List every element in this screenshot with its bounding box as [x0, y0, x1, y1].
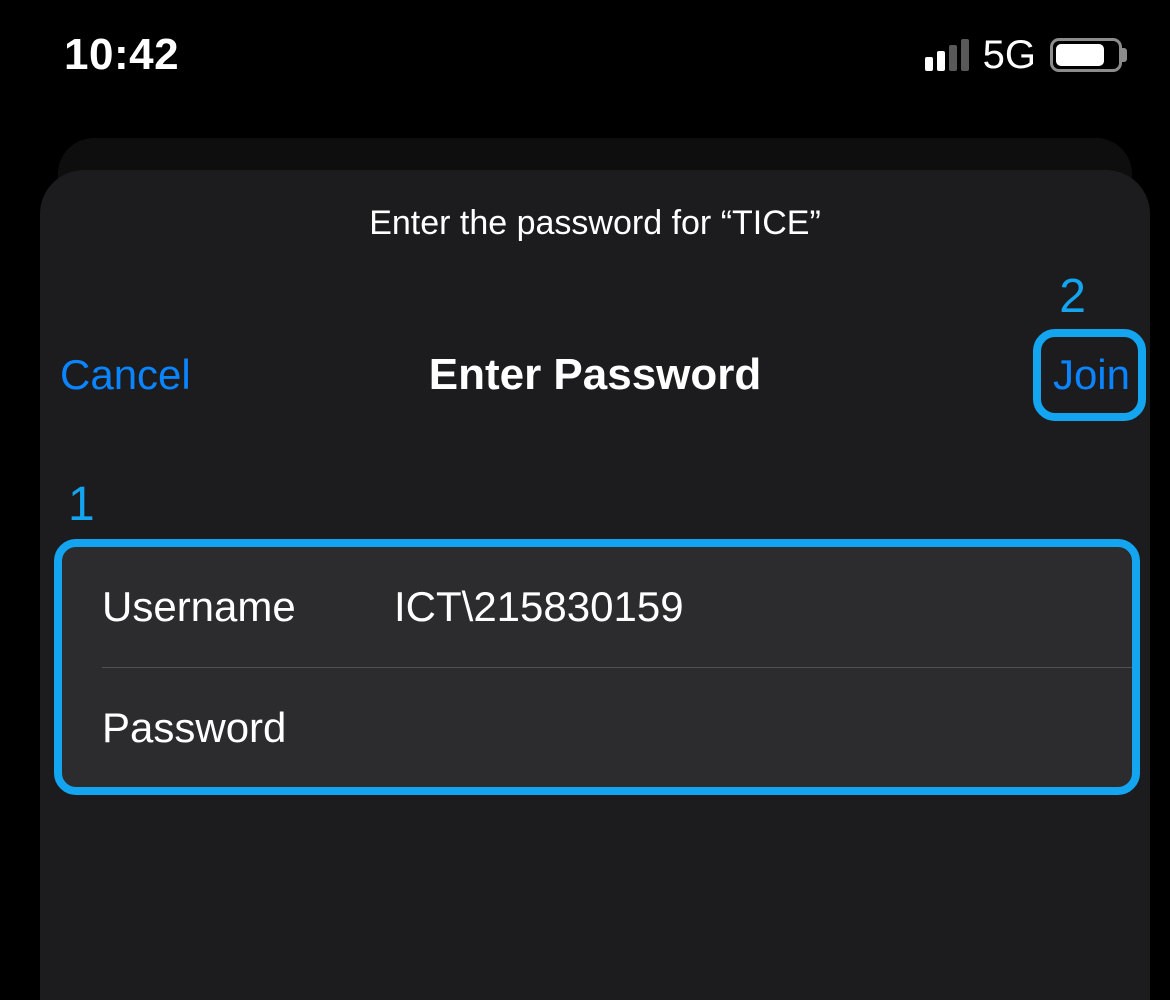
sheet-header: Cancel Enter Password 2 Join: [40, 339, 1150, 411]
password-row[interactable]: Password: [102, 667, 1132, 787]
status-time: 10:42: [64, 30, 179, 80]
annotation-number-1: 1: [68, 477, 95, 532]
status-bar: 10:42 5G: [0, 0, 1170, 110]
network-type: 5G: [983, 33, 1036, 78]
cellular-signal-icon: [925, 39, 969, 71]
username-row[interactable]: Username: [62, 547, 1132, 667]
sheet-title: Enter Password: [429, 350, 762, 400]
battery-icon: [1050, 38, 1122, 72]
status-right: 5G: [925, 33, 1122, 78]
password-label: Password: [102, 704, 352, 752]
password-sheet: Enter the password for “TICE” Cancel Ent…: [40, 170, 1150, 1000]
annotation-number-2: 2: [1059, 269, 1086, 324]
password-field[interactable]: [394, 704, 1092, 752]
join-button[interactable]: Join: [1049, 339, 1134, 411]
credentials-form: Username Password: [54, 539, 1140, 795]
username-label: Username: [102, 583, 352, 631]
username-field[interactable]: [394, 583, 1092, 631]
cancel-button[interactable]: Cancel: [56, 339, 195, 411]
sheet-subtitle: Enter the password for “TICE”: [40, 204, 1150, 243]
